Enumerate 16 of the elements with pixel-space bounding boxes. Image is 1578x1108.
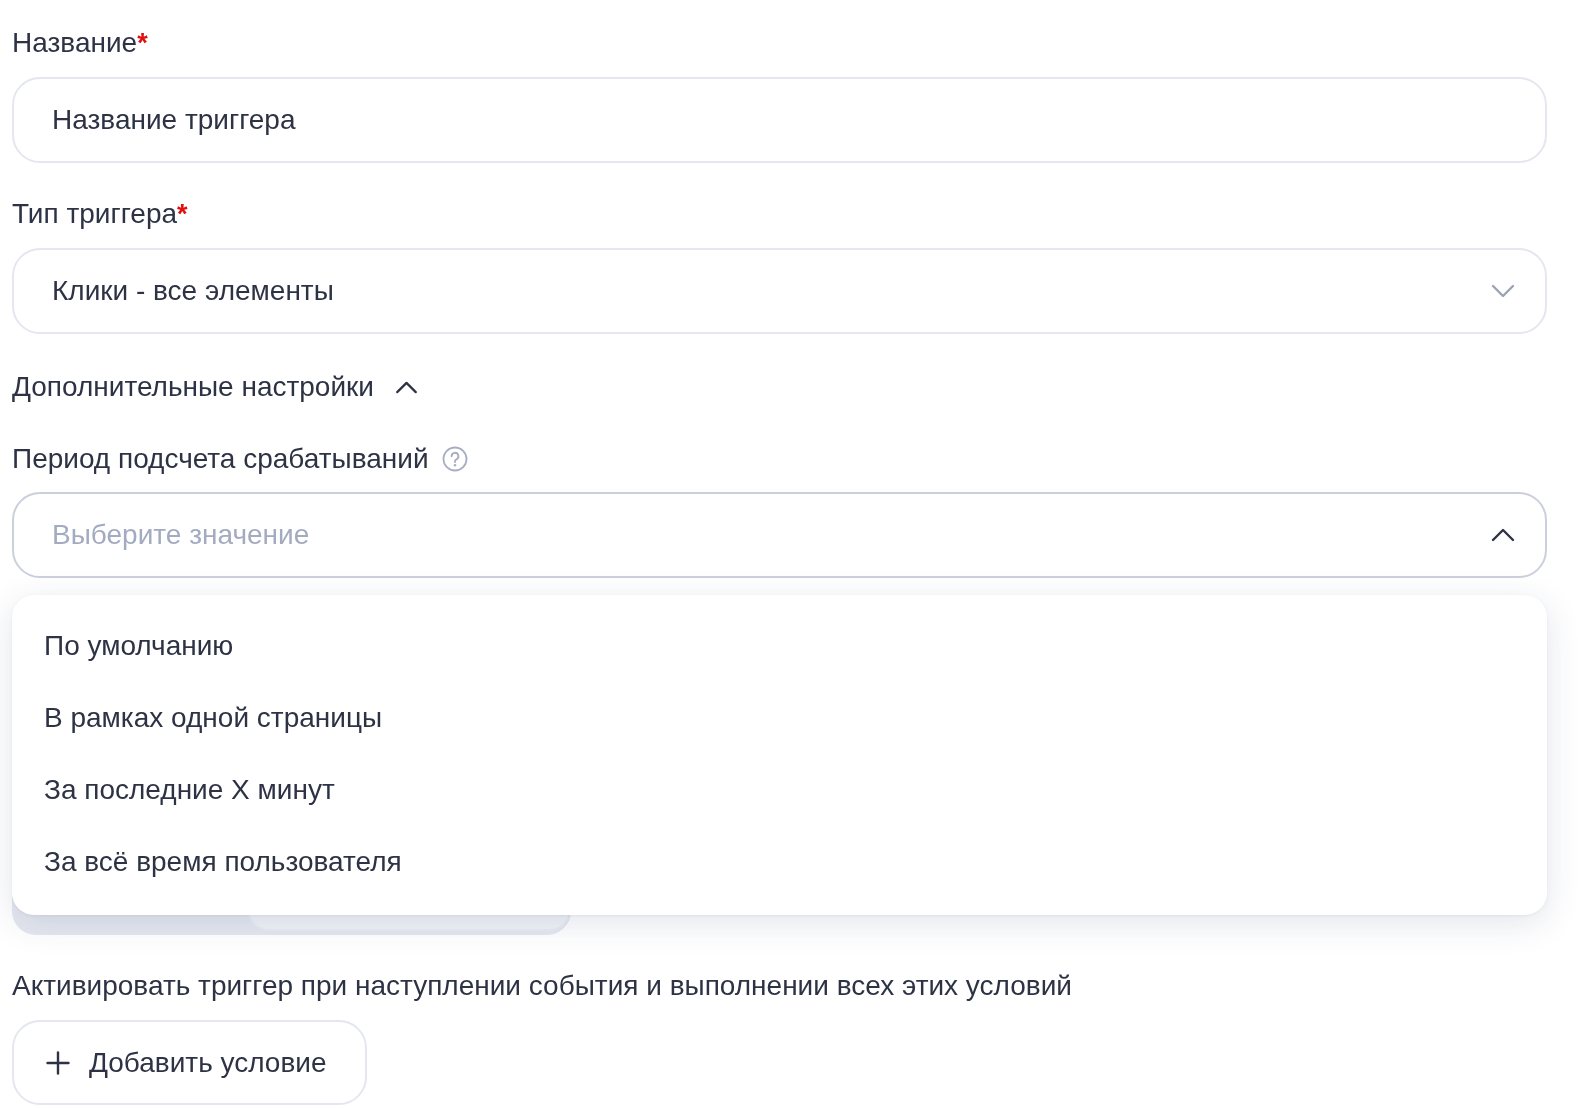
conditions-label: Активировать триггер при наступлении события и выполнении всех этих условий: [12, 970, 1072, 1002]
dropdown-option[interactable]: По умолчанию: [12, 610, 1547, 682]
required-mark: *: [177, 198, 188, 230]
add-condition-button[interactable]: Добавить условие: [12, 1020, 367, 1105]
dropdown-option[interactable]: В рамках одной страницы: [12, 682, 1547, 754]
dropdown-option[interactable]: За всё время пользователя: [12, 826, 1547, 898]
advanced-settings-toggle[interactable]: Дополнительные настройки: [12, 371, 418, 403]
dropdown-option[interactable]: За последние X минут: [12, 754, 1547, 826]
field-label: Период подсчета срабатываний: [12, 443, 429, 475]
help-icon[interactable]: [441, 446, 468, 472]
text-input[interactable]: Название триггера: [12, 77, 1547, 163]
required-mark: *: [137, 27, 148, 59]
select-field[interactable]: Клики - все элементы: [12, 248, 1547, 334]
field-label: Название: [12, 27, 138, 59]
plus-icon: [46, 1050, 70, 1075]
field-label: Тип триггера: [12, 198, 178, 230]
